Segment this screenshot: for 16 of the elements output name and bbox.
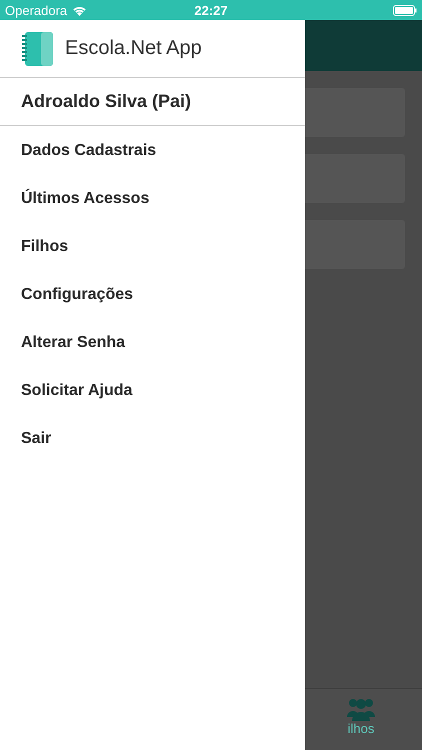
clock-time: 22:27 [194,2,228,18]
tab-label[interactable]: ilhos [348,721,374,736]
menu-item[interactable]: Filhos [0,223,305,271]
battery-icon [393,4,417,16]
user-name: Adroaldo Silva (Pai) [0,78,305,126]
menu-item[interactable]: Sair [0,415,305,463]
menu-item[interactable]: Solicitar Ajuda [0,367,305,415]
carrier-name: Operadora [5,2,68,18]
menu-item[interactable]: Alterar Senha [0,319,305,367]
wifi-icon [72,4,88,16]
menu-item[interactable]: Dados Cadastrais [0,127,305,175]
notebook-icon [22,30,54,66]
menu-item[interactable]: Últimos Acessos [0,175,305,223]
people-icon[interactable] [347,697,375,721]
app-title: Escola.Net App [65,37,202,60]
menu-item[interactable]: Configurações [0,271,305,319]
